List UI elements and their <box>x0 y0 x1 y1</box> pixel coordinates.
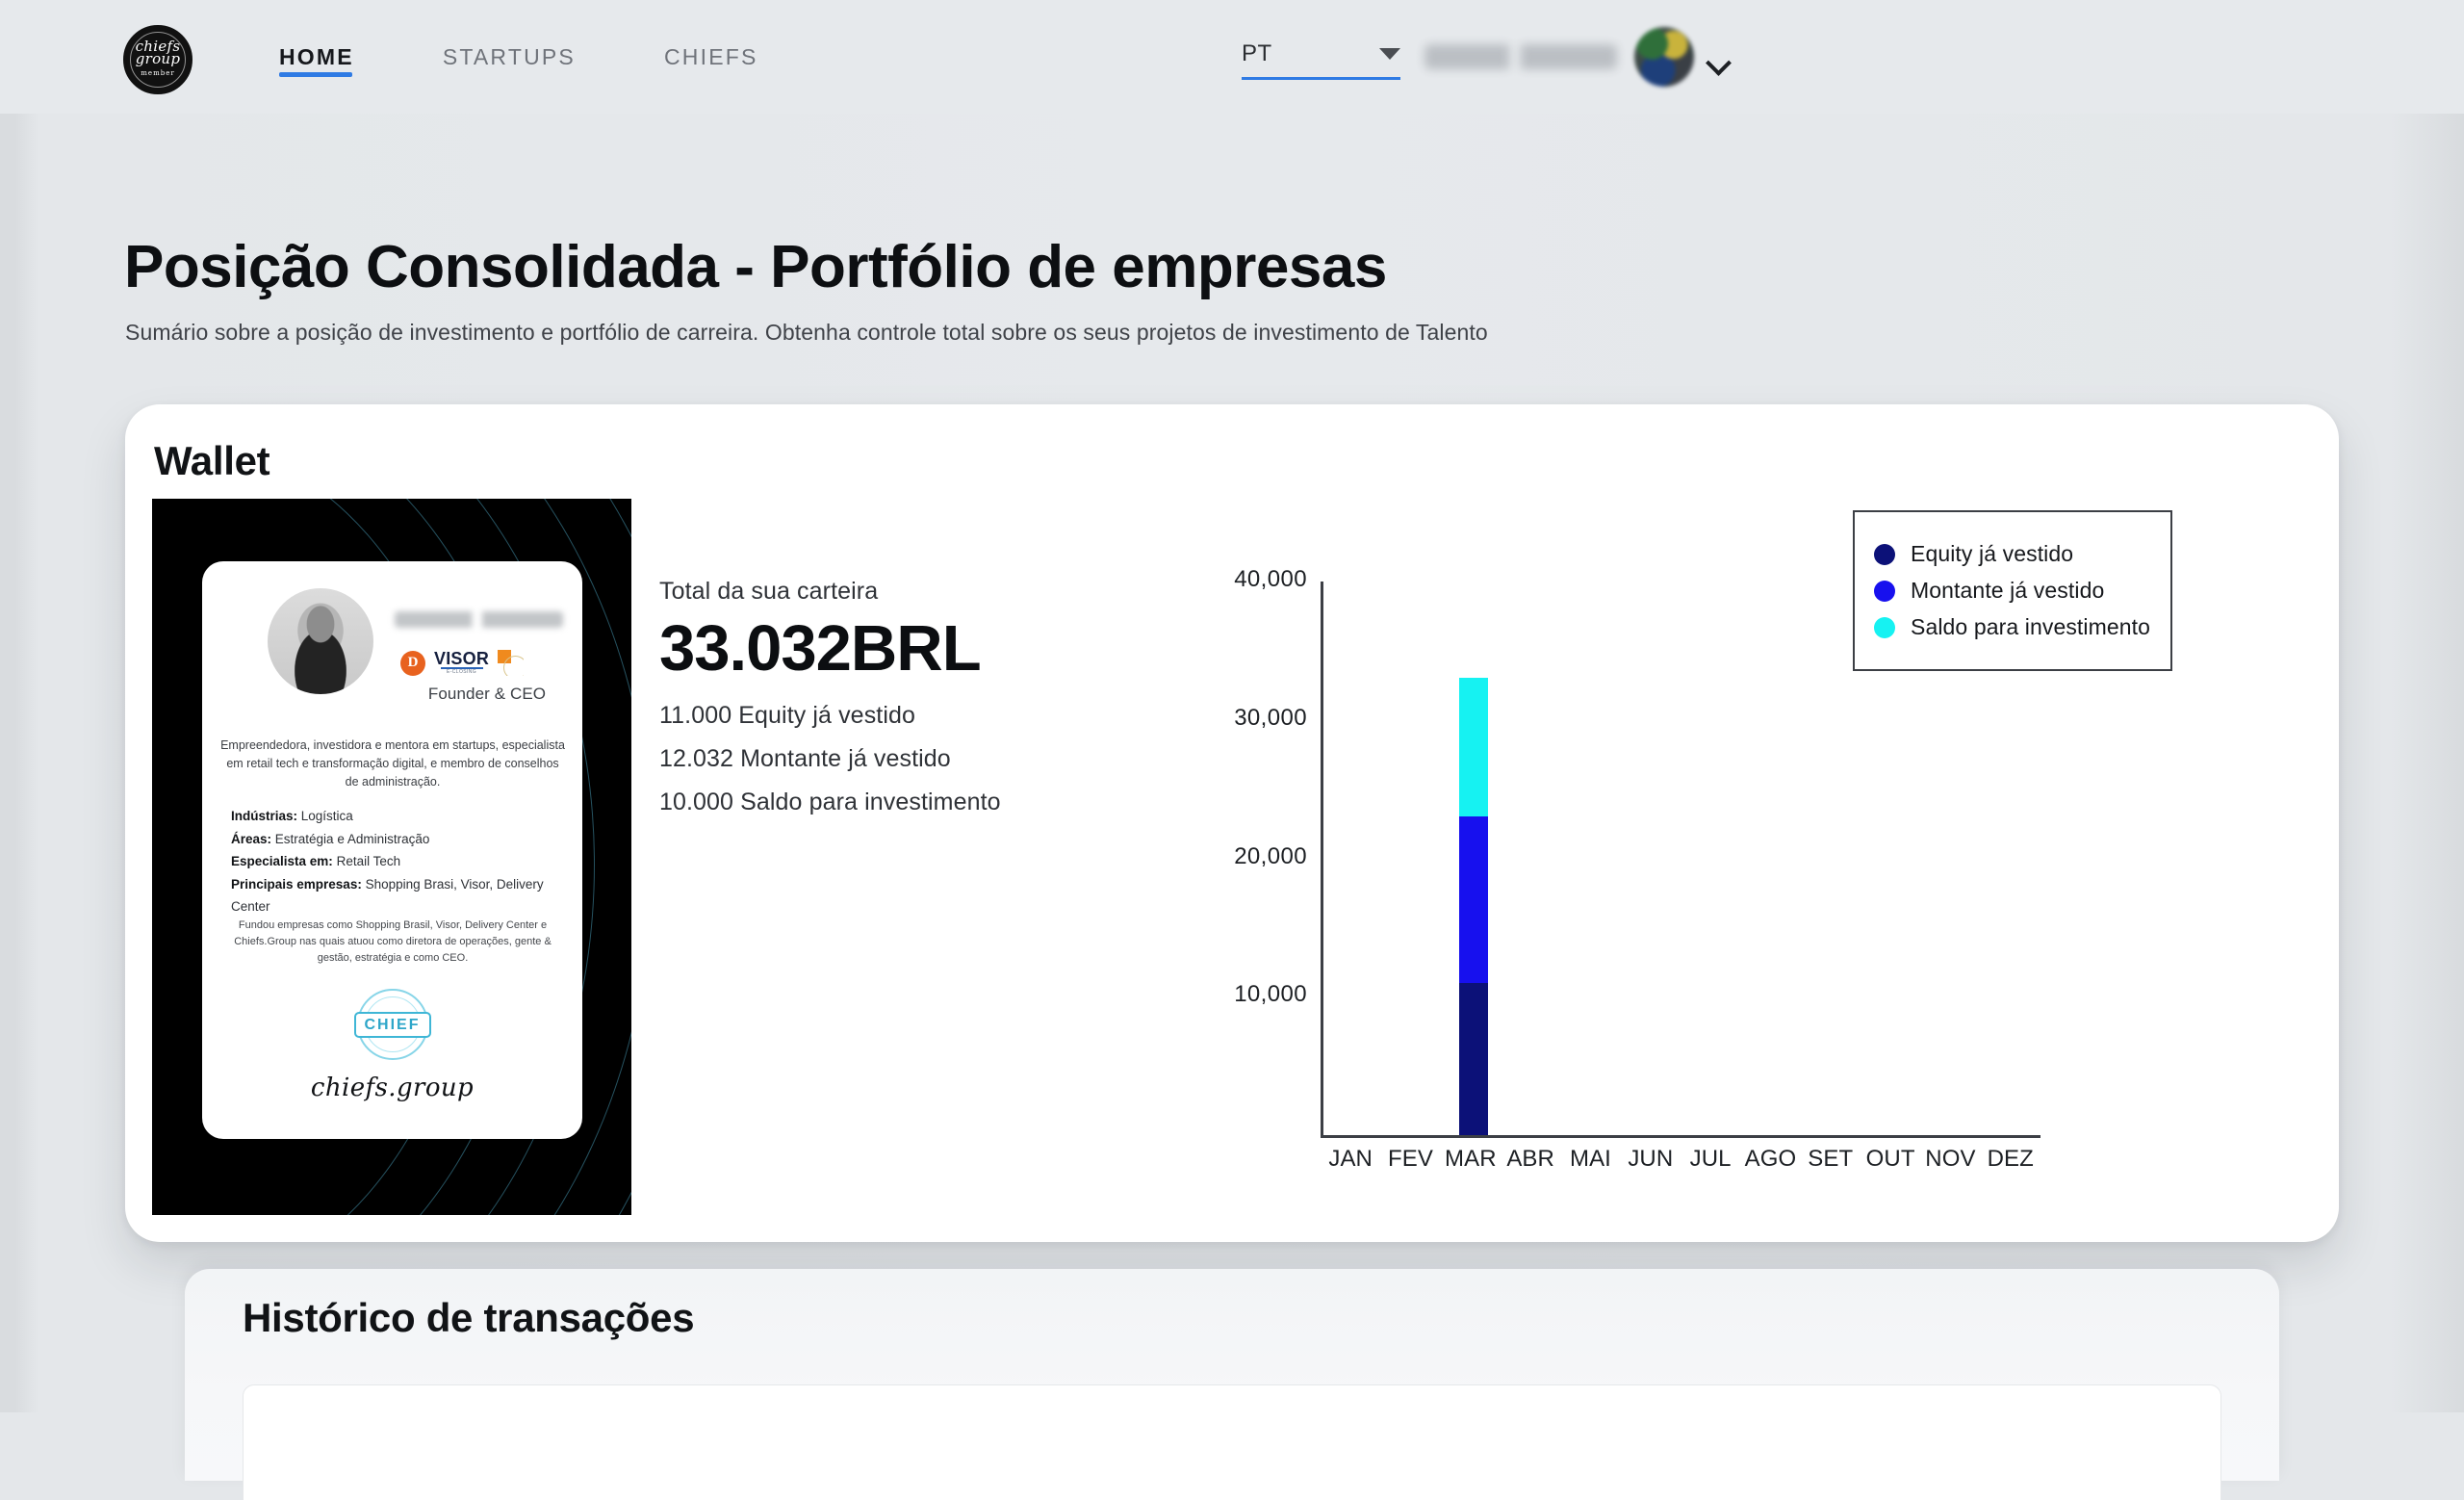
member-detail-areas-label: Áreas: <box>231 832 271 846</box>
chart-x-tick: JAN <box>1321 1146 1380 1173</box>
chart-x-tick: SET <box>1801 1146 1861 1173</box>
member-detail-specialist-value: Retail Tech <box>333 854 400 868</box>
wallet-total-equity: 11.000 Equity já vestido <box>659 702 1001 730</box>
member-card-footer-text: Fundou empresas como Shopping Brasil, Vi… <box>218 918 568 967</box>
page-title: Posição Consolidada - Portfólio de empre… <box>124 233 1387 301</box>
member-detail-areas-value: Estratégia e Administração <box>271 832 429 846</box>
wallet-total-label: Total da sua carteira <box>659 578 1001 606</box>
chevron-down-icon <box>1379 48 1400 60</box>
chart-x-tick: ABR <box>1501 1146 1560 1173</box>
shopping-brasil-logo-icon <box>498 650 524 676</box>
wallet-total-montante: 12.032 Montante já vestido <box>659 745 1001 773</box>
nav-item-chiefs[interactable]: CHIEFS <box>664 0 758 114</box>
visor-logo-icon: VISORE-CLOSING <box>434 651 489 675</box>
wallet-total-amount: 33.032BRL <box>659 611 1001 686</box>
nav-item-startups[interactable]: STARTUPS <box>443 0 576 114</box>
user-menu-chevron-down-icon[interactable] <box>1707 50 1732 75</box>
wallet-totals: Total da sua carteira 33.032BRL 11.000 E… <box>659 578 1001 816</box>
member-detail-companies-label: Principais empresas: <box>231 877 362 892</box>
member-detail-industries-value: Logística <box>297 809 353 823</box>
chart-stacked-bar[interactable] <box>1459 678 1488 1135</box>
member-detail-companies: Principais empresas: Shopping Brasi, Vis… <box>231 873 564 918</box>
chart-legend-label: Saldo para investimento <box>1911 614 2150 640</box>
chart-x-tick: MAI <box>1560 1146 1620 1173</box>
member-photo <box>268 588 373 694</box>
avatar[interactable] <box>1634 27 1694 87</box>
chart-y-tick: 20,000 <box>1182 843 1307 870</box>
history-section-title: Histórico de transações <box>243 1295 694 1341</box>
member-company-logos: VISORE-CLOSING <box>400 650 524 676</box>
member-card-inner: VISORE-CLOSING Founder & CEO Empreendedo… <box>202 561 582 1139</box>
chart-x-tick: JUN <box>1621 1146 1681 1173</box>
chart-x-axis: JANFEVMARABRMAIJUNJULAGOSETOUTNOVDEZ <box>1321 1146 2040 1173</box>
app-header: chiefs group member HOME STARTUPS CHIEFS… <box>0 0 2464 114</box>
nav-item-home-label: HOME <box>279 44 354 70</box>
member-name <box>395 611 563 628</box>
language-selector[interactable]: PT <box>1242 40 1400 80</box>
member-card[interactable]: VISORE-CLOSING Founder & CEO Empreendedo… <box>152 499 631 1215</box>
page-root: chiefs group member HOME STARTUPS CHIEFS… <box>0 0 2464 1412</box>
member-detail-specialist-label: Especialista em: <box>231 854 333 868</box>
member-bio: Empreendedora, investidora e mentora em … <box>219 737 566 791</box>
brand-logo[interactable]: chiefs group member <box>123 25 192 94</box>
chart-legend-item[interactable]: Equity já vestido <box>1874 541 2149 567</box>
chart-bar-slot <box>1743 582 1803 1135</box>
chart-legend-label: Equity já vestido <box>1911 541 2073 567</box>
chart-y-tick: 30,000 <box>1182 705 1307 732</box>
chart-bar-slot <box>1444 582 1503 1135</box>
chart-legend-color-dot <box>1874 617 1895 638</box>
chart-legend-color-dot <box>1874 581 1895 602</box>
chart-bar-slot <box>1503 582 1563 1135</box>
chart-x-tick: AGO <box>1740 1146 1800 1173</box>
logo-line2: group <box>136 50 181 67</box>
chart-bar-segment <box>1459 678 1488 816</box>
nav-item-startups-label: STARTUPS <box>443 44 576 70</box>
language-selector-value: PT <box>1242 40 1272 67</box>
chief-badge-icon: CHIEF <box>351 983 434 1066</box>
chart-bar-segment <box>1459 816 1488 983</box>
chart-bar-slot <box>1683 582 1743 1135</box>
chart-legend-item[interactable]: Saldo para investimento <box>1874 614 2149 640</box>
chart-bar-segment <box>1459 983 1488 1135</box>
member-detail-industries-label: Indústrias: <box>231 809 297 823</box>
member-detail-areas: Áreas: Estratégia e Administração <box>231 828 564 851</box>
chart-bar-slot <box>1323 582 1383 1135</box>
chart-x-tick: FEV <box>1380 1146 1440 1173</box>
user-name-label <box>1424 44 1617 69</box>
chart-bar-slot <box>1624 582 1683 1135</box>
page-subtitle: Sumário sobre a posição de investimento … <box>125 320 1488 346</box>
chart-y-tick: 40,000 <box>1182 566 1307 593</box>
chart-legend-label: Montante já vestido <box>1911 578 2104 604</box>
chart-legend: Equity já vestido Montante já vestido Sald… <box>1853 510 2172 671</box>
wallet-total-saldo: 10.000 Saldo para investimento <box>659 789 1001 816</box>
chiefs-group-signature: chiefs.group <box>311 1073 474 1102</box>
nav-item-home[interactable]: HOME <box>279 0 354 114</box>
delivery-center-logo-icon <box>400 651 425 676</box>
chart-x-tick: JUL <box>1681 1146 1740 1173</box>
chart-legend-color-dot <box>1874 544 1895 565</box>
main-navigation: HOME STARTUPS CHIEFS <box>279 0 847 114</box>
logo-text: chiefs group member <box>136 40 181 80</box>
chart-legend-item[interactable]: Montante já vestido <box>1874 578 2149 604</box>
chief-badge-label: CHIEF <box>365 1017 421 1034</box>
chart-x-tick: MAR <box>1441 1146 1501 1173</box>
member-detail-industries: Indústrias: Logística <box>231 805 564 828</box>
member-details: Indústrias: Logística Áreas: Estratégia … <box>231 805 564 918</box>
chiefs-group-logo-icon: chiefs group member <box>123 25 192 94</box>
nav-item-chiefs-label: CHIEFS <box>664 44 758 70</box>
history-table[interactable] <box>243 1384 2221 1500</box>
chart-x-tick: OUT <box>1861 1146 1920 1173</box>
chart-y-tick: 10,000 <box>1182 981 1307 1008</box>
chart-bar-slot <box>1383 582 1443 1135</box>
wallet-section-title: Wallet <box>154 438 270 484</box>
chart-x-tick: DEZ <box>1981 1146 2040 1173</box>
logo-sub: member <box>136 67 181 80</box>
member-role: Founder & CEO <box>400 685 574 704</box>
chart-x-tick: NOV <box>1920 1146 1980 1173</box>
chart-bar-slot <box>1563 582 1623 1135</box>
member-detail-specialist: Especialista em: Retail Tech <box>231 850 564 873</box>
